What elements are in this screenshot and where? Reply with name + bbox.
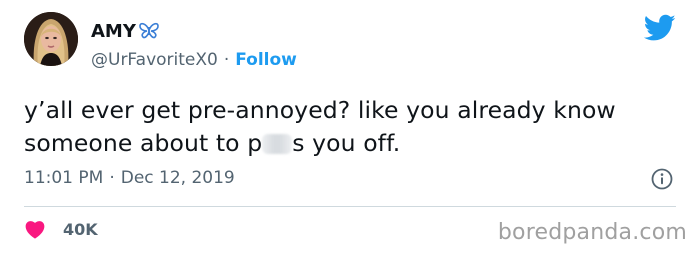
author-name[interactable]: AMY [91,21,136,42]
tweet-text: y’all ever get pre-annoyed? like you alr… [24,94,674,160]
follow-button[interactable]: Follow [235,50,297,70]
author-name-row[interactable]: AMY [91,20,160,42]
separator-dot: · [223,50,230,70]
like-count[interactable]: 40K [63,220,98,239]
butterfly-icon [138,22,160,40]
author-handle[interactable]: @UrFavoriteX0 [91,50,218,70]
timestamp-row[interactable]: 11:01 PM · Dec 12, 2019 [24,168,235,188]
handle-row: @UrFavoriteX0 · Follow [91,50,297,70]
heart-icon[interactable] [24,219,46,239]
divider [24,206,676,207]
avatar[interactable] [24,12,78,66]
tweet-date[interactable]: Dec 12, 2019 [121,168,235,188]
like-row[interactable]: 40K [24,219,98,239]
avatar-photo [24,12,78,66]
censor-blur [262,134,293,154]
tweet-text-part-2: s you off. [292,129,401,157]
twitter-bird-icon[interactable] [643,14,676,42]
tweet-time[interactable]: 11:01 PM [24,168,103,188]
watermark: boredpanda.com [497,220,687,245]
separator-dot: · [109,168,115,188]
info-icon[interactable] [651,168,673,190]
